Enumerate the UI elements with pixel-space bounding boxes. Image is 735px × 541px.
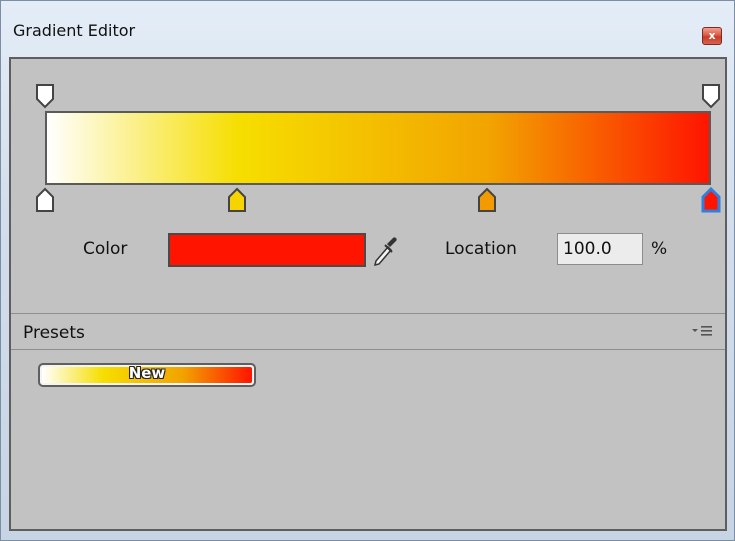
close-icon: x bbox=[708, 29, 716, 42]
preset-item-new[interactable]: New bbox=[38, 363, 256, 387]
alpha-key-marker bbox=[36, 84, 54, 109]
alpha-key-start[interactable] bbox=[35, 83, 55, 109]
color-key-marker bbox=[36, 187, 54, 212]
color-label: Color bbox=[83, 239, 128, 259]
percent-unit: % bbox=[651, 239, 668, 259]
gradient-preview-bar[interactable] bbox=[45, 111, 711, 185]
title-bar[interactable]: Gradient Editor x bbox=[1, 1, 734, 53]
preset-gradient-swatch: New bbox=[42, 364, 252, 383]
color-key-white[interactable] bbox=[35, 187, 55, 213]
color-key-marker bbox=[701, 186, 721, 213]
window-title: Gradient Editor bbox=[13, 21, 136, 40]
location-input[interactable]: 100.0 bbox=[557, 233, 643, 265]
close-button[interactable]: x bbox=[702, 27, 722, 45]
preset-label: New bbox=[128, 364, 166, 382]
location-label: Location bbox=[445, 239, 517, 259]
color-key-yellow[interactable] bbox=[227, 187, 247, 213]
color-key-orange[interactable] bbox=[477, 187, 497, 213]
gradient-editor-window: Gradient Editor x Color Location 100.0 %… bbox=[0, 0, 735, 541]
alpha-key-marker bbox=[702, 84, 720, 109]
editor-panel: Color Location 100.0 % Presets New bbox=[9, 57, 727, 531]
color-swatch[interactable] bbox=[168, 233, 366, 267]
alpha-key-end[interactable] bbox=[701, 83, 721, 109]
eyedropper-icon[interactable] bbox=[370, 233, 400, 267]
dropdown-menu-icon[interactable] bbox=[691, 324, 713, 338]
gradient-area: Color Location 100.0 % bbox=[11, 59, 725, 313]
color-key-marker bbox=[228, 187, 246, 212]
presets-title: Presets bbox=[23, 323, 85, 343]
color-key-marker bbox=[478, 187, 496, 212]
color-key-red-selected[interactable] bbox=[701, 186, 721, 213]
key-properties-row: Color Location 100.0 % bbox=[11, 229, 725, 273]
presets-header: Presets bbox=[11, 314, 725, 350]
